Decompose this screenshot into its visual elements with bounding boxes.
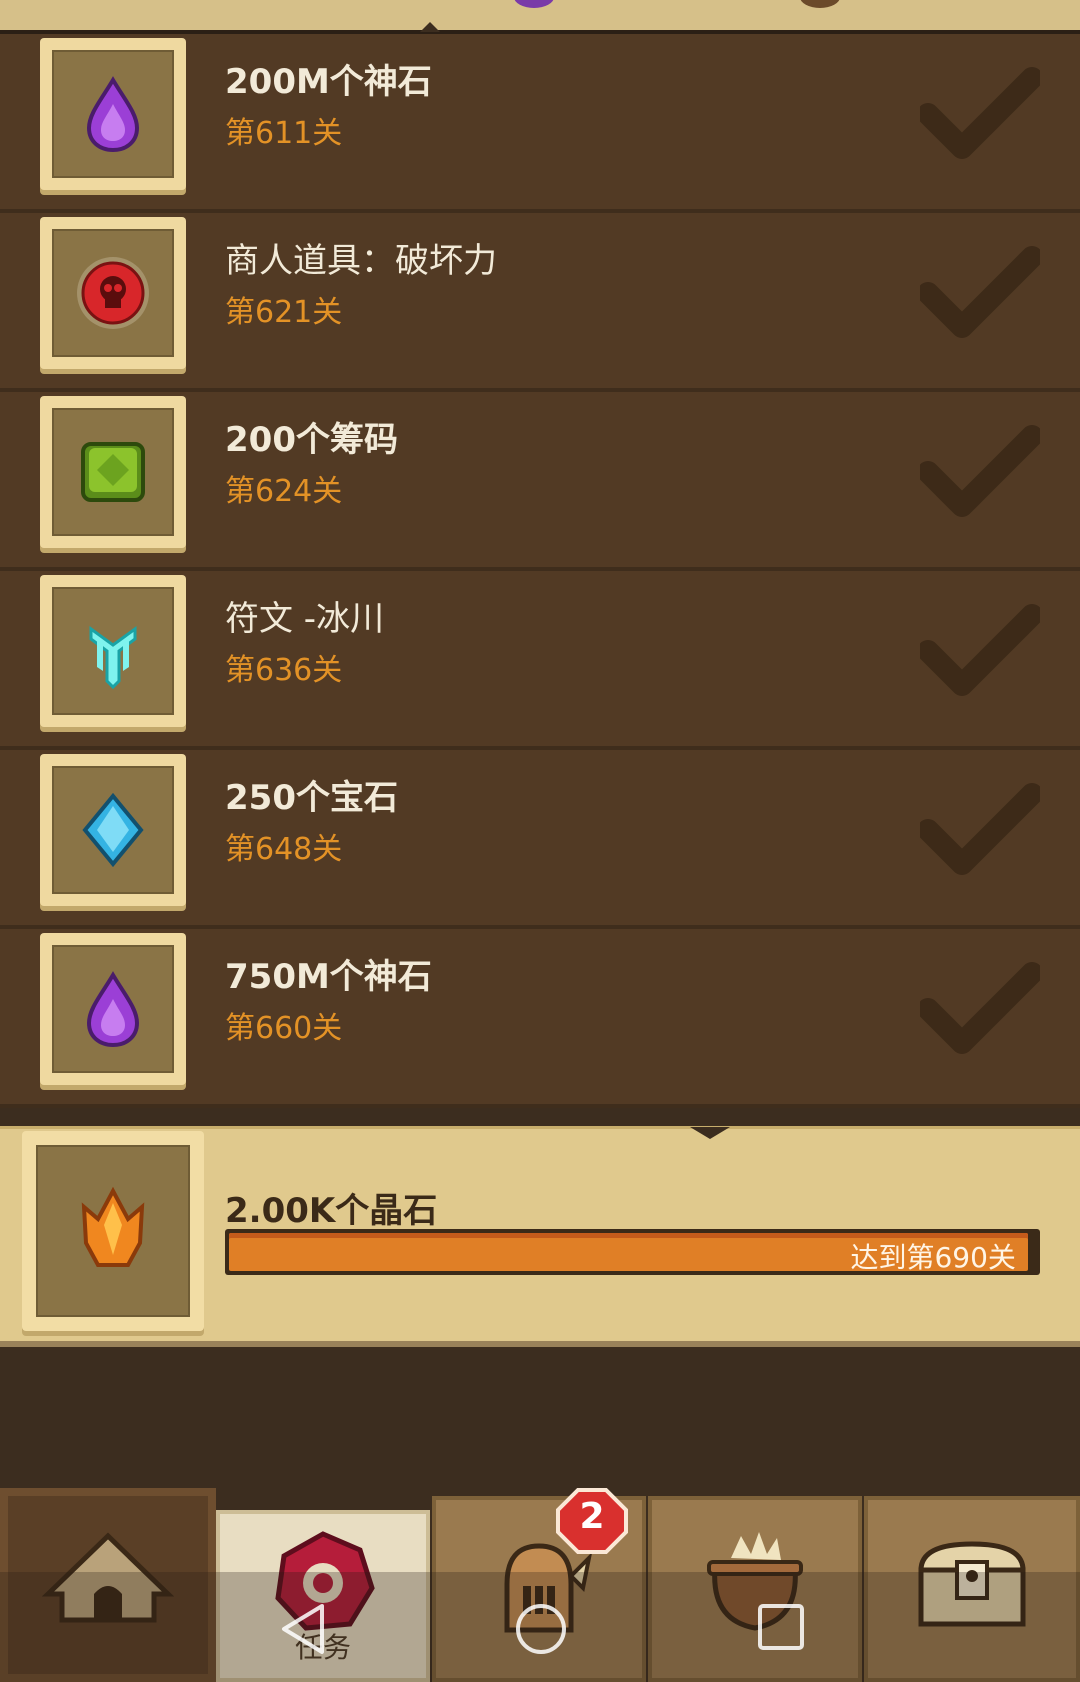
- panel-notch: [420, 22, 440, 32]
- back-icon[interactable]: [278, 1602, 328, 1656]
- milestone-row[interactable]: 200M个神石 第611关: [0, 34, 1080, 213]
- green-chip-icon: [81, 442, 145, 502]
- checkmark-icon: [920, 783, 1040, 875]
- reward-title: 750M个神石: [225, 957, 432, 997]
- checkmark-icon: [920, 604, 1040, 696]
- reward-title: 200个筹码: [225, 420, 398, 460]
- checkmark-icon: [920, 246, 1040, 338]
- reward-level: 第660关: [225, 1011, 343, 1046]
- reward-level: 第636关: [225, 653, 343, 688]
- reward-level: 第611关: [225, 116, 343, 151]
- next-reward-panel[interactable]: 2.00K个晶石 达到第690关: [0, 1126, 1080, 1347]
- orange-crystal-icon: [81, 1186, 145, 1267]
- reward-level: 第624关: [225, 474, 343, 509]
- reward-icon-frame: [40, 933, 186, 1085]
- progress-fill: 达到第690关: [229, 1233, 1028, 1274]
- milestone-row[interactable]: 250个宝石 第648关: [0, 750, 1080, 929]
- system-nav-bar: [0, 1572, 1080, 1682]
- purple-drop-icon: [86, 76, 140, 153]
- purple-drop-icon: [514, 0, 554, 8]
- milestone-row[interactable]: 商人道具：破坏力 第621关: [0, 213, 1080, 392]
- red-skull-orb-icon: [77, 257, 149, 329]
- reward-icon-frame: [22, 1131, 204, 1331]
- milestone-row[interactable]: 符文 -冰川 第636关: [0, 571, 1080, 750]
- purple-drop-icon: [86, 971, 140, 1048]
- reward-level: 第621关: [225, 295, 343, 330]
- milestone-row[interactable]: 200个筹码 第624关: [0, 392, 1080, 571]
- checkmark-icon: [920, 962, 1040, 1054]
- checkmark-icon: [920, 67, 1040, 159]
- badge-count: 2: [579, 1496, 605, 1537]
- home-circle-icon[interactable]: [514, 1602, 568, 1656]
- recents-square-icon[interactable]: [756, 1602, 806, 1652]
- reward-title: 250个宝石: [225, 778, 398, 818]
- reward-icon-frame: [40, 396, 186, 548]
- reward-icon-frame: [40, 575, 186, 727]
- reward-title: 商人道具：破坏力: [225, 241, 497, 281]
- reward-icon-frame: [40, 754, 186, 906]
- milestone-row[interactable]: 750M个神石 第660关: [0, 929, 1080, 1108]
- progress-bar: 达到第690关: [225, 1229, 1040, 1275]
- reward-title: 2.00K个晶石: [225, 1191, 438, 1231]
- reward-level: 第648关: [225, 832, 343, 867]
- reward-icon-frame: [40, 217, 186, 369]
- blue-gem-icon: [82, 792, 144, 868]
- milestone-list: 200M个神石 第611关 商人道具：破坏力 第621关 200个筹码 第624…: [0, 34, 1080, 1108]
- reward-title: 200M个神石: [225, 62, 432, 102]
- item-icon: [800, 0, 840, 8]
- progress-label: 达到第690关: [850, 1241, 1016, 1274]
- panel-notch: [690, 1127, 730, 1139]
- glacier-rune-icon: [89, 626, 137, 690]
- checkmark-icon: [920, 425, 1040, 517]
- reward-icon-frame: [40, 38, 186, 190]
- reward-title: 符文 -冰川: [225, 599, 385, 639]
- top-panel-edge: [0, 0, 1080, 34]
- notification-badge: 2: [556, 1488, 628, 1554]
